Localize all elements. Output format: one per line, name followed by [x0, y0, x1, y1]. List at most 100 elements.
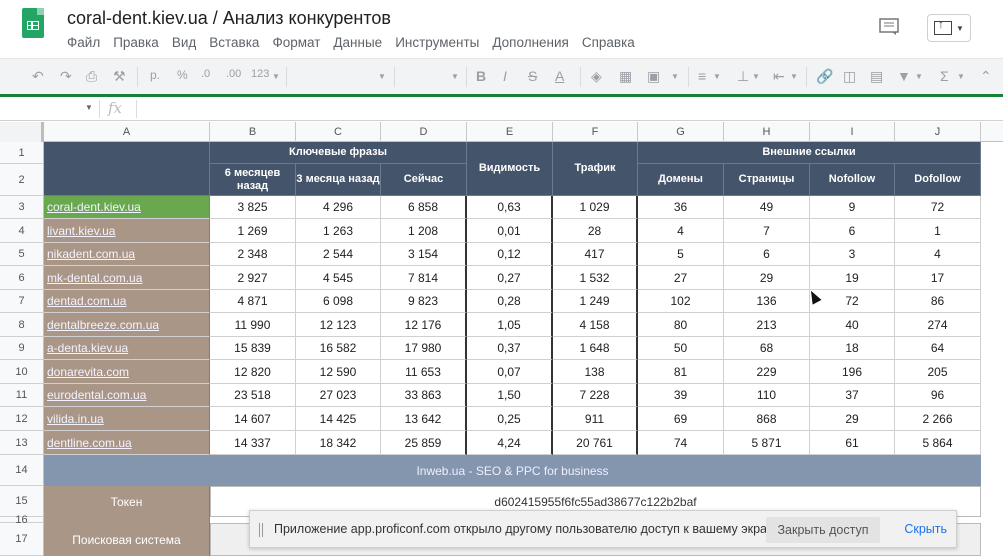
header-six-months[interactable]: 6 месяцев назад: [210, 164, 296, 196]
data-cell-g[interactable]: 5: [638, 243, 724, 266]
banner-cell[interactable]: Inweb.ua - SEO & PPC for business: [44, 455, 981, 486]
data-cell-d[interactable]: 6 858: [381, 196, 467, 219]
header-traffic[interactable]: Трафик: [553, 142, 638, 196]
menu-item[interactable]: Инструменты: [395, 35, 479, 50]
data-cell-d[interactable]: 11 653: [381, 360, 467, 384]
italic-icon[interactable]: I: [503, 68, 507, 84]
token-label-cell[interactable]: Токен: [44, 486, 210, 517]
name-box-chevron-icon[interactable]: ▼: [85, 103, 93, 112]
column-header-i[interactable]: I: [810, 122, 895, 142]
row-header-6[interactable]: 6: [0, 266, 44, 290]
decrease-decimal-button[interactable]: .0: [201, 68, 210, 80]
redo-icon[interactable]: ↷: [60, 68, 72, 85]
site-link-cell[interactable]: donarevita.com: [44, 360, 210, 384]
data-cell-h[interactable]: 68: [724, 337, 810, 360]
data-cell-e[interactable]: 0,01: [467, 219, 553, 243]
functions-icon[interactable]: Σ: [940, 68, 949, 84]
data-cell-g[interactable]: 74: [638, 431, 724, 455]
data-cell-c[interactable]: 2 544: [296, 243, 381, 266]
text-color-icon[interactable]: A: [555, 68, 564, 84]
data-cell-i[interactable]: 37: [810, 384, 895, 407]
print-icon[interactable]: ⎙: [86, 68, 97, 85]
data-cell-j[interactable]: 64: [895, 337, 981, 360]
data-cell-e[interactable]: 4,24: [467, 431, 553, 455]
data-cell-h[interactable]: 136: [724, 290, 810, 313]
row-header-8[interactable]: 8: [0, 313, 44, 337]
data-cell-j[interactable]: 205: [895, 360, 981, 384]
data-cell-f[interactable]: 911: [553, 407, 638, 431]
data-cell-g[interactable]: 4: [638, 219, 724, 243]
data-cell-b[interactable]: 14 607: [210, 407, 296, 431]
data-cell-b[interactable]: 15 839: [210, 337, 296, 360]
site-link-cell[interactable]: coral-dent.kiev.ua: [44, 196, 210, 219]
data-cell-b[interactable]: 12 820: [210, 360, 296, 384]
data-cell-d[interactable]: 25 859: [381, 431, 467, 455]
borders-icon[interactable]: ▦: [619, 68, 632, 85]
data-cell-e[interactable]: 0,28: [467, 290, 553, 313]
data-cell-h[interactable]: 6: [724, 243, 810, 266]
font-size-chevron-icon[interactable]: ▼: [451, 72, 459, 81]
sheets-logo-icon[interactable]: [22, 8, 44, 38]
row-header-10[interactable]: 10: [0, 360, 44, 384]
data-cell-i[interactable]: 40: [810, 313, 895, 337]
menu-item[interactable]: Справка: [582, 35, 635, 50]
align-horizontal-icon[interactable]: ≡: [698, 68, 706, 84]
data-cell-h[interactable]: 213: [724, 313, 810, 337]
data-cell-i[interactable]: 29: [810, 407, 895, 431]
data-cell-f[interactable]: 1 249: [553, 290, 638, 313]
site-link-cell[interactable]: dentad.com.ua: [44, 290, 210, 313]
site-link-cell[interactable]: dentline.com.ua: [44, 431, 210, 455]
merge-cells-icon[interactable]: ▣: [647, 68, 660, 85]
data-cell-d[interactable]: 3 154: [381, 243, 467, 266]
site-link-cell[interactable]: livant.kiev.ua: [44, 219, 210, 243]
row-header-2[interactable]: 2: [0, 164, 44, 196]
data-cell-g[interactable]: 81: [638, 360, 724, 384]
font-select-chevron-icon[interactable]: ▼: [378, 72, 386, 81]
row-header-3[interactable]: 3: [0, 196, 44, 219]
data-cell-h[interactable]: 5 871: [724, 431, 810, 455]
column-header-g[interactable]: G: [638, 122, 724, 142]
row-header-4[interactable]: 4: [0, 219, 44, 243]
data-cell-c[interactable]: 16 582: [296, 337, 381, 360]
data-cell-b[interactable]: 2 348: [210, 243, 296, 266]
data-cell-j[interactable]: 1: [895, 219, 981, 243]
data-cell-i[interactable]: 19: [810, 266, 895, 290]
text-wrap-icon[interactable]: ⇤: [773, 68, 785, 85]
data-cell-d[interactable]: 17 980: [381, 337, 467, 360]
currency-format-button[interactable]: р.: [150, 68, 160, 82]
row-header-14[interactable]: 14: [0, 455, 44, 486]
data-cell-h[interactable]: 29: [724, 266, 810, 290]
row-header-5[interactable]: 5: [0, 243, 44, 266]
row-header-12[interactable]: 12: [0, 407, 44, 431]
data-cell-b[interactable]: 1 269: [210, 219, 296, 243]
data-cell-j[interactable]: 86: [895, 290, 981, 313]
column-header-b[interactable]: B: [210, 122, 296, 142]
data-cell-e[interactable]: 0,37: [467, 337, 553, 360]
search-engine-label-cell[interactable]: Поисковая система: [44, 523, 210, 556]
site-link-cell[interactable]: nikadent.com.ua: [44, 243, 210, 266]
menu-item[interactable]: Вставка: [209, 35, 259, 50]
data-cell-f[interactable]: 28: [553, 219, 638, 243]
header-pages[interactable]: Страницы: [724, 164, 810, 196]
column-header-h[interactable]: H: [724, 122, 810, 142]
data-cell-e[interactable]: 0,63: [467, 196, 553, 219]
data-cell-i[interactable]: 61: [810, 431, 895, 455]
header-a-cell[interactable]: [44, 142, 210, 196]
data-cell-h[interactable]: 110: [724, 384, 810, 407]
data-cell-c[interactable]: 4 545: [296, 266, 381, 290]
present-button[interactable]: ▼: [927, 14, 971, 42]
insert-link-icon[interactable]: 🔗: [816, 68, 833, 85]
data-cell-b[interactable]: 4 871: [210, 290, 296, 313]
data-cell-f[interactable]: 1 029: [553, 196, 638, 219]
column-header-c[interactable]: C: [296, 122, 381, 142]
data-cell-i[interactable]: 196: [810, 360, 895, 384]
data-cell-g[interactable]: 69: [638, 407, 724, 431]
header-keyphrases[interactable]: Ключевые фразы: [210, 142, 467, 164]
data-cell-c[interactable]: 12 123: [296, 313, 381, 337]
undo-icon[interactable]: ↶: [32, 68, 44, 85]
row-header-9[interactable]: 9: [0, 337, 44, 360]
header-nofollow[interactable]: Nofollow: [810, 164, 895, 196]
align-vertical-icon[interactable]: ⊥: [737, 68, 749, 85]
insert-chart-icon[interactable]: ▤: [870, 68, 883, 85]
menu-item[interactable]: Данные: [333, 35, 382, 50]
